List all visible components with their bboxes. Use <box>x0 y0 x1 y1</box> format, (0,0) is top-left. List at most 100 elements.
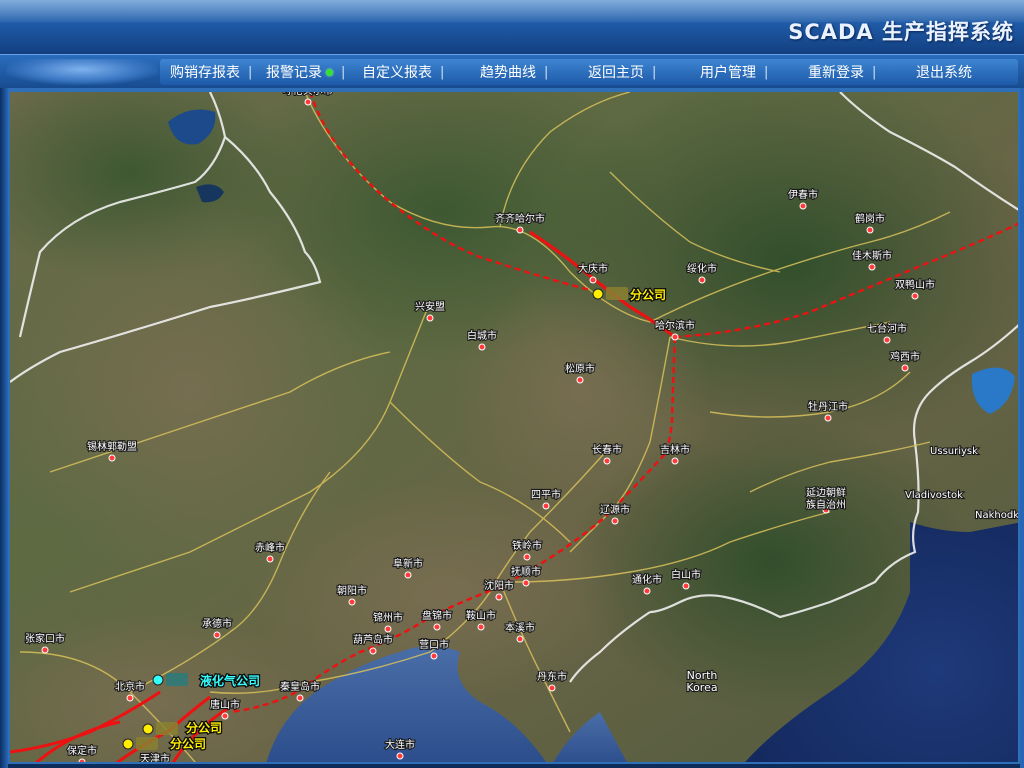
city-label: 吉林市 <box>660 443 690 456</box>
city-label: 白山市 <box>671 568 701 581</box>
city-label: 双鸭山市 <box>895 278 935 291</box>
city-dot-icon <box>589 276 597 284</box>
nav-home[interactable]: 返回主页 | <box>588 62 700 82</box>
company-dot-icon <box>152 674 164 686</box>
city-marker[interactable]: Nakhodka <box>974 509 1020 522</box>
city-dot-icon <box>478 343 486 351</box>
nav-alarm-records[interactable]: 报警记录 | <box>266 62 362 82</box>
city-label: Vladivostok <box>905 490 963 501</box>
city-marker[interactable]: 天津市 <box>139 751 171 764</box>
city-dot-icon <box>477 623 485 631</box>
city-dot-icon <box>266 555 274 563</box>
nav-relogin[interactable]: 重新登录 | <box>808 62 916 82</box>
city-label: North Korea <box>686 669 717 694</box>
city-label: 大连市 <box>385 738 415 751</box>
frame-right-edge <box>1020 88 1024 768</box>
city-dot-icon <box>868 263 876 271</box>
nav-trend-curve[interactable]: 趋势曲线 | <box>480 62 588 82</box>
city-label: 辽源市 <box>600 503 630 516</box>
city-label: 北京市 <box>115 680 145 693</box>
nav-label: 报警记录 <box>266 65 322 81</box>
city-label: 呼伦贝尔市 <box>283 92 333 97</box>
city-label: 白城市 <box>467 329 497 342</box>
city-label: 锡林郭勒盟 <box>87 440 137 453</box>
nav-label: 退出系统 <box>916 65 972 81</box>
city-label: 赤峰市 <box>255 541 285 554</box>
city-dot-icon <box>495 593 503 601</box>
city-label: 朝阳市 <box>337 584 367 597</box>
city-dot-icon <box>221 712 229 720</box>
nav-separator: | <box>440 64 445 80</box>
city-dot-icon <box>404 571 412 579</box>
city-dot-icon <box>426 314 434 322</box>
company-label: 分公司 <box>186 720 222 735</box>
city-dot-icon <box>901 364 909 372</box>
city-label: 锦州市 <box>373 611 403 624</box>
redacted-name-block <box>136 737 158 750</box>
city-label: 唐山市 <box>210 698 240 711</box>
city-label: 延边朝鲜族自治州 <box>806 486 846 511</box>
city-label: 承德市 <box>202 617 232 630</box>
city-marker[interactable]: North Korea <box>685 668 718 695</box>
company-dot-icon <box>142 723 154 735</box>
city-label: 丹东市 <box>537 670 567 683</box>
city-label: 营口市 <box>419 638 449 651</box>
nav-exit[interactable]: 退出系统 <box>916 62 972 82</box>
city-dot-icon <box>698 276 706 284</box>
city-label: 大庆市 <box>578 262 608 275</box>
city-label: 天津市 <box>140 752 170 764</box>
city-label: 阜新市 <box>393 557 423 570</box>
city-label: 抚顺市 <box>511 565 541 578</box>
redacted-name-block <box>606 287 628 300</box>
city-dot-icon <box>41 646 49 654</box>
city-label: 沈阳市 <box>484 579 514 592</box>
map-panel: 呼伦贝尔市齐齐哈尔市 伊春市鹤岗市佳木斯市绥化市 大庆市双鸭山市兴安盟哈尔滨市 七台河… <box>8 88 1020 764</box>
city-marker[interactable]: Ussuriysk <box>929 445 979 458</box>
city-label: 葫芦岛市 <box>353 633 393 646</box>
nav-bar: 购销存报表 | 报警记录 | 自定义报表 | 趋势曲线 | 返回主页 | 用户管理 | 重新… <box>0 54 1024 89</box>
nav-label: 重新登录 <box>808 65 864 81</box>
city-dot-icon <box>516 226 524 234</box>
city-dot-icon <box>430 652 438 660</box>
city-label: Nakhodka <box>975 510 1020 521</box>
city-marker[interactable]: Vladivostok <box>904 489 964 502</box>
city-dot-icon <box>682 582 690 590</box>
city-label: 伊春市 <box>788 188 818 201</box>
city-dot-icon <box>296 694 304 702</box>
city-label: 七台河市 <box>867 322 907 335</box>
satellite-map[interactable]: 呼伦贝尔市齐齐哈尔市 伊春市鹤岗市佳木斯市绥化市 大庆市双鸭山市兴安盟哈尔滨市 七台河… <box>10 92 1020 764</box>
nav-separator: | <box>544 64 549 80</box>
company-label: 分公司 <box>170 736 206 751</box>
city-dot-icon <box>396 752 404 760</box>
company-label: 液化气公司 <box>200 673 260 688</box>
city-label: Ussuriysk <box>930 446 978 457</box>
city-dot-icon <box>671 457 679 465</box>
nav-custom-report[interactable]: 自定义报表 | <box>362 62 480 82</box>
city-dot-icon <box>522 579 530 587</box>
company-dot-icon <box>122 738 134 750</box>
city-dot-icon <box>516 635 524 643</box>
city-label: 本溪市 <box>505 621 535 634</box>
city-dot-icon <box>433 623 441 631</box>
nav-separator: | <box>652 64 657 80</box>
frame-left-edge <box>0 88 8 768</box>
city-marker[interactable]: 延边朝鲜族自治州 <box>805 485 847 514</box>
nav-separator: | <box>872 64 877 80</box>
city-dot-icon <box>603 457 611 465</box>
city-dot-icon <box>542 502 550 510</box>
city-dot-icon <box>78 758 86 762</box>
city-label: 牡丹江市 <box>808 400 848 413</box>
city-dot-icon <box>384 625 392 633</box>
city-label: 绥化市 <box>687 262 717 275</box>
nav-user-management[interactable]: 用户管理 | <box>700 62 808 82</box>
nav-label: 返回主页 <box>588 65 644 81</box>
city-dot-icon <box>824 414 832 422</box>
city-label: 鹤岗市 <box>855 212 885 225</box>
company-marker[interactable]: 液化气公司 <box>152 672 261 689</box>
city-dot-icon <box>866 226 874 234</box>
city-label: 四平市 <box>531 488 561 501</box>
nav-separator: | <box>248 64 253 80</box>
city-label: 鸡西市 <box>890 350 920 363</box>
nav-purchase-sales-inventory-report[interactable]: 购销存报表 | <box>170 62 266 82</box>
title-bar: SCADA 生产指挥系统 <box>0 0 1024 54</box>
